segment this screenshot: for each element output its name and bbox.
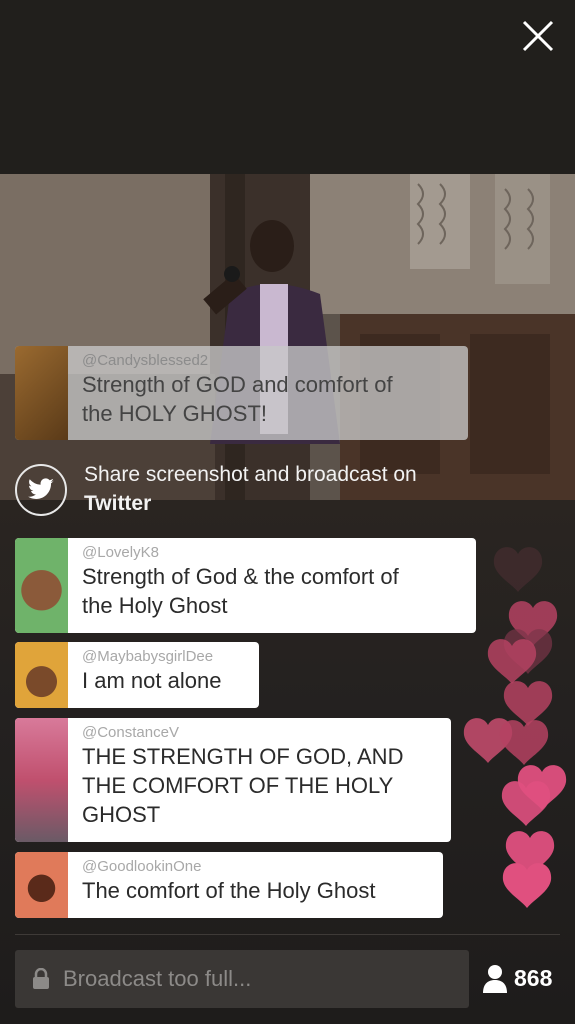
avatar [15, 538, 68, 633]
viewer-count-value: 868 [514, 964, 553, 991]
top-bar [0, 0, 575, 174]
share-twitter-button[interactable]: Share screenshot and broadcast on Twitte… [15, 460, 475, 520]
comment-user: @LovelyK8 [82, 544, 159, 561]
comment-message: the HOLY GHOST! [82, 401, 268, 426]
video-scene [0, 174, 575, 500]
comment-user: @GoodlookinOne [82, 858, 202, 875]
comment-message: GHOST [82, 802, 161, 827]
live-video [0, 174, 575, 500]
avatar [15, 346, 68, 440]
heart-icon [493, 547, 543, 592]
comment-message: THE COMFORT OF THE HOLY [82, 773, 394, 798]
hearts-animation [463, 547, 567, 908]
share-text: Share screenshot and broadcast on [84, 463, 417, 486]
comment-user: @ConstanceV [82, 724, 179, 741]
comment-message: the Holy Ghost [82, 593, 228, 618]
close-button[interactable] [518, 16, 558, 56]
comment-user: @Candysblessed2 [82, 352, 209, 369]
avatar [15, 718, 68, 842]
comment-message: I am not alone [82, 668, 222, 693]
avatar [15, 642, 68, 708]
comment-message: Strength of GOD and comfort of [82, 372, 393, 397]
comment-message: Strength of God & the comfort of [82, 564, 399, 589]
heart-icon [503, 681, 553, 726]
twitter-icon [15, 464, 67, 516]
comment-input[interactable]: Broadcast too full... [15, 950, 469, 1008]
comment-item[interactable]: @ConstanceV THE STRENGTH OF GOD, AND THE… [15, 718, 451, 842]
comment-message: The comfort of the Holy Ghost [82, 878, 376, 903]
lock-icon [33, 968, 49, 989]
avatar [15, 852, 68, 918]
comment-item[interactable]: @GoodlookinOne The comfort of the Holy G… [15, 852, 443, 918]
person-icon [483, 965, 507, 993]
comment-item[interactable]: @MaybabysgirlDee I am not alone [15, 642, 259, 708]
heart-icon [499, 720, 549, 765]
comment-message: THE STRENGTH OF GOD, AND [82, 744, 404, 769]
comment-item[interactable]: @Candysblessed2 Strength of GOD and comf… [15, 346, 468, 440]
divider [15, 934, 560, 935]
input-placeholder: Broadcast too full... [63, 966, 252, 991]
viewer-count[interactable]: 868 [482, 960, 552, 996]
close-icon [522, 20, 554, 52]
comment-user: @MaybabysgirlDee [82, 648, 214, 665]
share-service: Twitter [84, 492, 152, 515]
comment-item[interactable]: @LovelyK8 Strength of God & the comfort … [15, 538, 476, 633]
